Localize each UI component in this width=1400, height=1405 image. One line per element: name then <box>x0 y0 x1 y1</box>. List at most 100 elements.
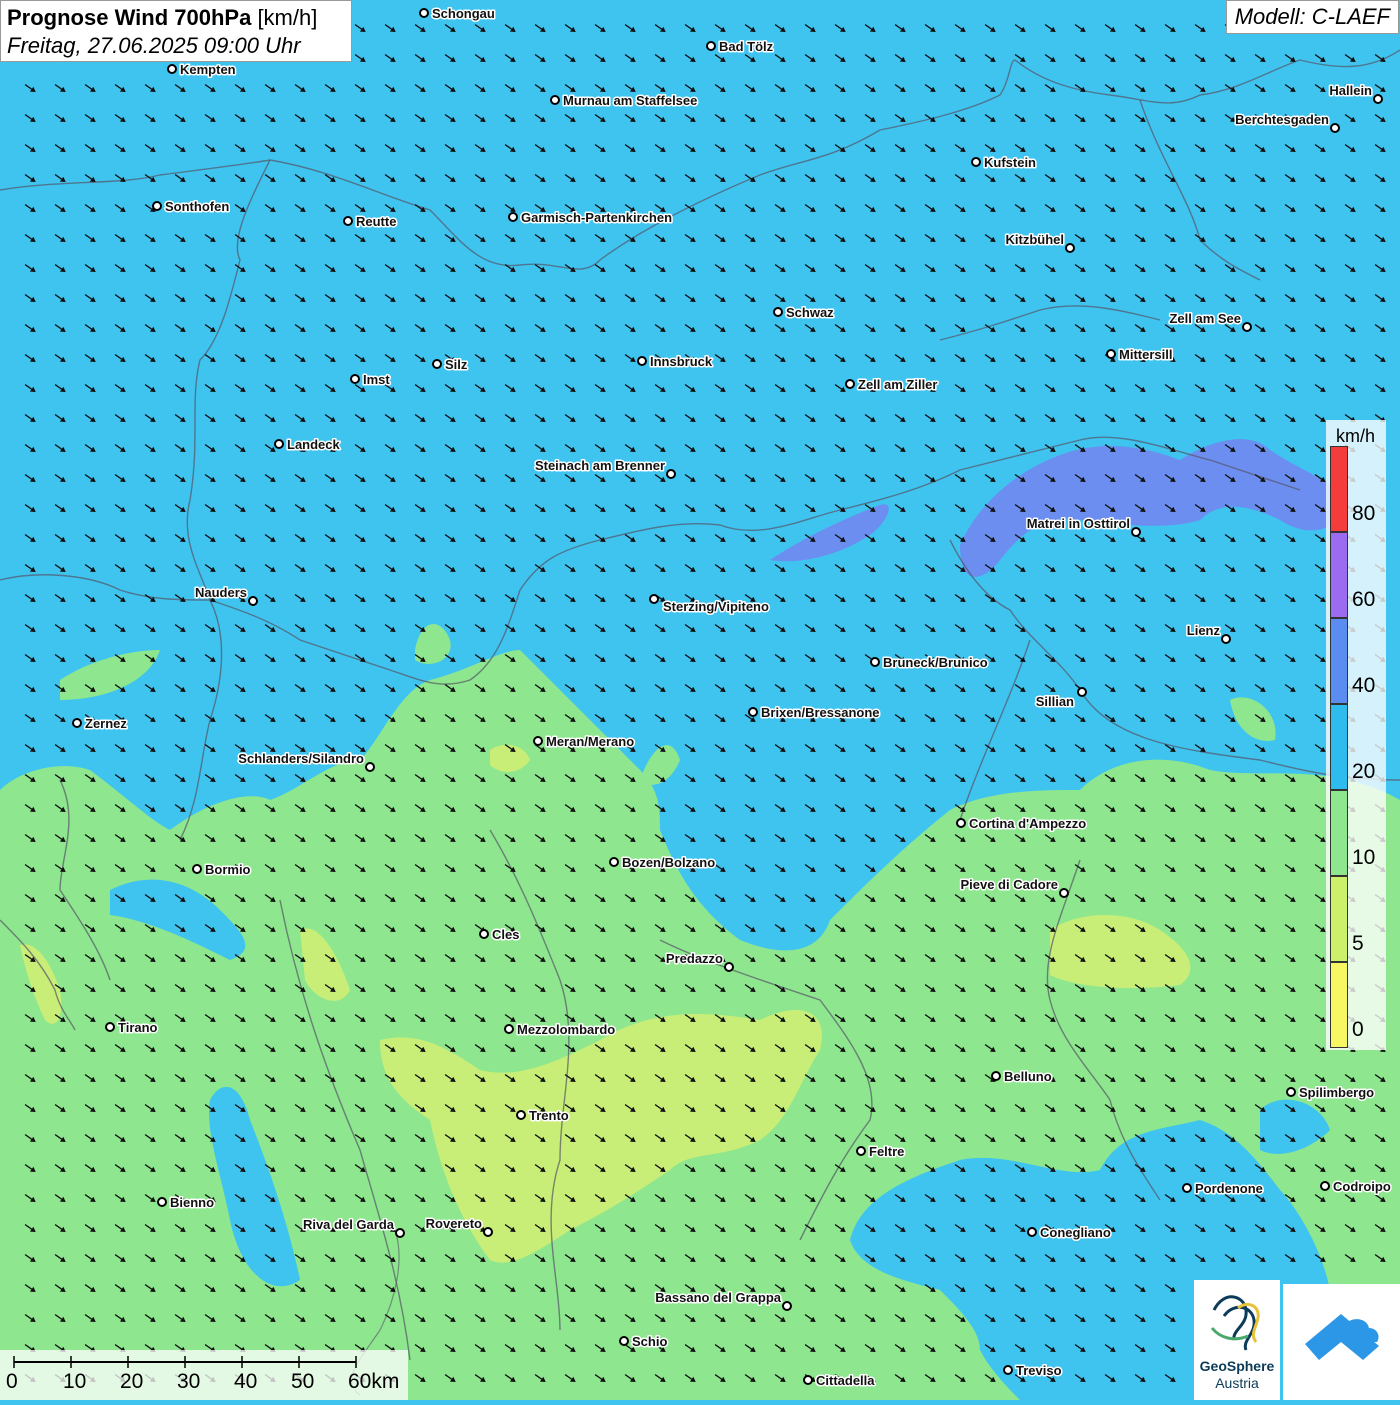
legend-color-swatch <box>1330 962 1348 1048</box>
city-dot <box>419 8 429 18</box>
city-dot <box>748 707 758 717</box>
city-dot <box>1131 527 1141 537</box>
city-label: Schongau <box>432 6 495 21</box>
city-label: Hallein <box>1329 83 1372 98</box>
scale-tick-label: 30 <box>177 1370 201 1393</box>
city-label: Schwaz <box>786 305 834 320</box>
city-label: Garmisch-Partenkirchen <box>521 210 672 225</box>
geosphere-name: GeoSphere <box>1199 1358 1275 1374</box>
city-label: Belluno <box>1004 1069 1052 1084</box>
city-label: Schlanders/Silandro <box>238 751 364 766</box>
city-dot <box>350 374 360 384</box>
city-dot <box>856 1146 866 1156</box>
city-dot <box>1373 94 1383 104</box>
city-label: Reutte <box>356 214 396 229</box>
city-dot <box>1003 1365 1013 1375</box>
city-label: Schio <box>632 1334 667 1349</box>
app-logo <box>1283 1284 1400 1400</box>
scale-tick-label: 20 <box>120 1370 144 1393</box>
city-dot <box>365 762 375 772</box>
city-dot <box>395 1228 405 1238</box>
model-label: Modell: C-LAEF <box>1225 0 1399 34</box>
city-label: Bassano del Grappa <box>655 1290 781 1305</box>
city-marker: Schongau <box>419 5 496 23</box>
city-label: Nauders <box>195 585 247 600</box>
city-label: Kempten <box>180 62 236 77</box>
city-dot <box>782 1301 792 1311</box>
city-label: Meran/Merano <box>546 734 634 749</box>
geosphere-logo: GeoSphere Austria <box>1194 1280 1280 1400</box>
legend-value: 20 <box>1352 760 1376 783</box>
city-label: Murnau am Staffelsee <box>563 93 697 108</box>
legend-color-swatch <box>1330 876 1348 962</box>
scale-bar: 0 10 20 30 40 50 60km <box>0 1350 408 1400</box>
city-label: Mittersill <box>1119 347 1172 362</box>
city-label: Codroipo <box>1333 1179 1391 1194</box>
city-dot <box>1286 1087 1296 1097</box>
city-label: Rovereto <box>426 1216 482 1231</box>
city-dot <box>533 736 543 746</box>
city-dot <box>157 1197 167 1207</box>
city-marker: Mezzolombardo <box>504 1021 617 1039</box>
city-label: Imst <box>363 372 390 387</box>
city-label: Matrei in Osttirol <box>1027 516 1130 531</box>
legend-value: 40 <box>1352 674 1376 697</box>
legend-color-swatch <box>1330 790 1348 876</box>
city-dot <box>724 962 734 972</box>
legend-color-swatch <box>1330 446 1348 532</box>
scale-tick-label: 10 <box>63 1370 87 1393</box>
city-marker: Murnau am Staffelsee <box>550 92 699 110</box>
city-dot <box>516 1110 526 1120</box>
city-label: Landeck <box>287 437 341 452</box>
city-label: Bienno <box>170 1195 214 1210</box>
geosphere-swirl-icon <box>1210 1295 1260 1351</box>
city-marker: Conegliano <box>1027 1224 1112 1242</box>
city-dot <box>870 657 880 667</box>
city-label: Predazzo <box>666 951 723 966</box>
city-label: Kufstein <box>984 155 1036 170</box>
cloud-arrow-app-icon <box>1305 1314 1379 1360</box>
map-title: Prognose Wind 700hPa [km/h] <box>7 5 318 30</box>
city-label: Cortina d'Ampezzo <box>969 816 1086 831</box>
city-dot <box>773 307 783 317</box>
wind-map: Schongau Bad Tölz Kempten Hallein Murnau am … <box>0 0 1400 1400</box>
city-dot <box>72 718 82 728</box>
map-title-box: Prognose Wind 700hPa [km/h] Freitag, 27.… <box>0 0 352 62</box>
geosphere-country: Austria <box>1215 1375 1259 1391</box>
city-dot <box>1059 888 1069 898</box>
city-label: Tirano <box>118 1020 158 1035</box>
city-marker: Cortina d'Ampezzo <box>956 815 1088 833</box>
city-label: Spilimbergo <box>1299 1085 1374 1100</box>
city-dot <box>248 596 258 606</box>
city-label: Conegliano <box>1040 1225 1111 1240</box>
city-label: Trento <box>529 1108 569 1123</box>
city-marker: Brixen/Bressanone <box>748 704 881 722</box>
city-marker: Innsbruck <box>637 353 714 371</box>
city-label: Silz <box>445 357 468 372</box>
city-dot <box>1242 322 1252 332</box>
city-dot <box>343 216 353 226</box>
city-dot <box>167 64 177 74</box>
city-dot <box>1330 123 1340 133</box>
city-dot <box>1221 634 1231 644</box>
legend-value: 5 <box>1352 932 1364 955</box>
city-marker: Meran/Merano <box>533 733 636 751</box>
legend-color-swatch <box>1330 532 1348 618</box>
city-label: Kitzbühel <box>1006 232 1065 247</box>
city-marker: Spilimbergo <box>1286 1084 1376 1102</box>
city-marker: Sonthofen <box>152 198 231 216</box>
city-dot <box>152 201 162 211</box>
city-dot <box>845 379 855 389</box>
city-label: Sterzing/Vipiteno <box>663 599 769 614</box>
city-dot <box>508 212 518 222</box>
city-dot <box>1065 243 1075 253</box>
scale-tick-label: 40 <box>234 1370 258 1393</box>
city-label: Bormio <box>205 862 251 877</box>
city-label: Bozen/Bolzano <box>622 855 715 870</box>
legend-color-swatch <box>1330 704 1348 790</box>
city-label: Lienz <box>1187 623 1221 638</box>
city-label: Steinach am Brenner <box>535 458 665 473</box>
legend-color-swatch <box>1330 618 1348 704</box>
legend-value: 0 <box>1352 1018 1364 1041</box>
city-dot <box>1106 349 1116 359</box>
